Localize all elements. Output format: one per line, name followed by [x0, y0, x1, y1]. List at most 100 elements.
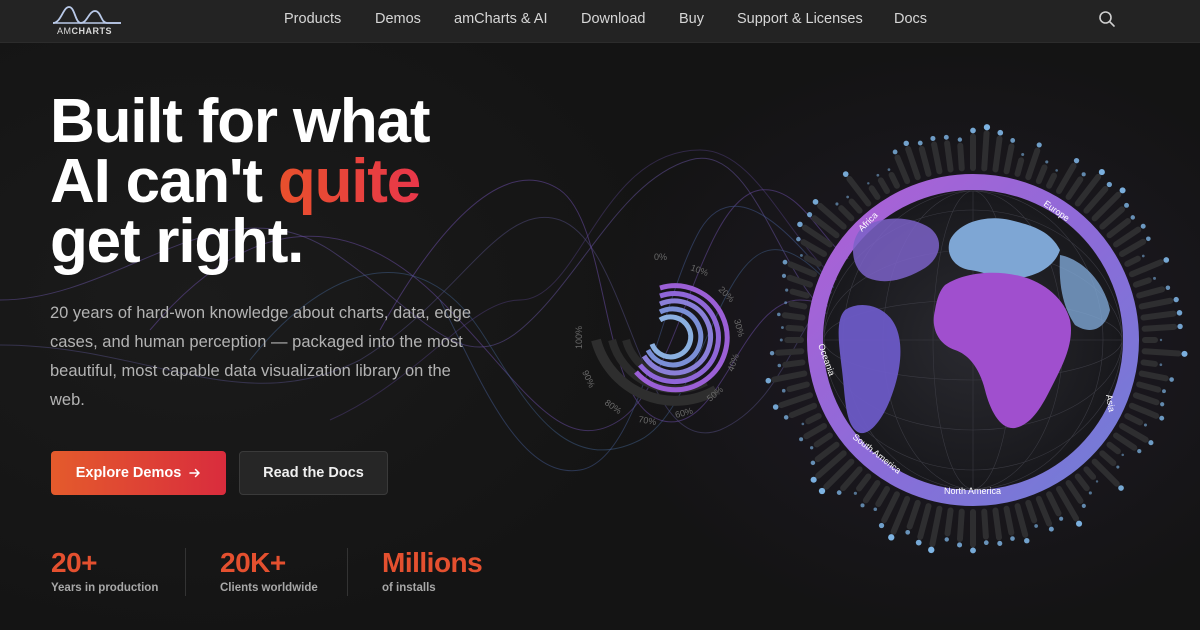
globe-outer-dot [888, 534, 895, 541]
globe-outer-dot [781, 326, 784, 329]
globe-outer-bar [917, 503, 932, 540]
nav-amcharts-ai[interactable]: amCharts & AI [454, 11, 547, 27]
region-label-africa: Africa [856, 210, 879, 233]
globe-outer-dot [796, 236, 801, 242]
globe-outer-bar [823, 458, 855, 490]
globe-outer-bar [1014, 157, 1025, 177]
globe-outer-dot [1119, 187, 1126, 194]
globe-outer-dot [873, 507, 878, 512]
globe-outer-dot [799, 253, 803, 257]
globe-outer-dot [853, 491, 857, 495]
globe-outer-bar [1140, 359, 1158, 367]
headline-line-2: AI can't quite [50, 151, 429, 213]
stat-divider [185, 548, 186, 596]
globe-outer-dot [1118, 485, 1124, 491]
globe-outer-bar [1003, 143, 1015, 175]
nav-demos[interactable]: Demos [375, 11, 421, 27]
region-label-north-america: North America [944, 486, 1001, 496]
globe-outer-dot [970, 127, 976, 134]
nav-products[interactable]: Products [284, 11, 341, 27]
globe-outer-bar [1124, 413, 1144, 426]
globe-outer-bar [1056, 485, 1080, 522]
stat-label: of installs [382, 582, 436, 594]
globe-outer-bar [811, 215, 840, 239]
globe-outer-bar [786, 381, 810, 393]
logo-wordmark[interactable]: AMCHARTS [57, 26, 112, 36]
globe-outer-dot [1159, 363, 1163, 367]
globe-outer-bar [1083, 466, 1097, 480]
stat-years: 20+ Years in production [51, 546, 158, 594]
explore-demos-label: Explore Demos [75, 465, 182, 481]
nav-docs[interactable]: Docs [894, 11, 927, 27]
stat-label: Years in production [51, 582, 159, 594]
globe-outer-dot [1159, 415, 1165, 421]
globe-outer-bar [1132, 277, 1152, 288]
globe-outer-bar [789, 288, 810, 299]
globe-outer-bar [1136, 286, 1166, 299]
globe-outer-bar [888, 171, 900, 189]
globe-outer-dot [1081, 503, 1086, 508]
globe-outer-bar [813, 432, 833, 448]
globe-outer-bar [929, 505, 943, 547]
globe-outer-bar [805, 413, 822, 425]
globe-outer-dot [860, 503, 865, 508]
globe-outer-dot [836, 490, 842, 495]
headline-line-2-prefix: AI can't [50, 147, 278, 216]
globe-outer-bar [1035, 164, 1048, 185]
globe-outer-dot [915, 539, 922, 546]
globe-outer-bar [992, 507, 1002, 541]
globe-outer-dot [1021, 153, 1025, 157]
read-the-docs-label: Read the Docs [263, 465, 364, 481]
globe-outer-dot [797, 221, 803, 228]
gauge-label-50: 50% [705, 384, 725, 403]
headline-accent-word: quite [277, 147, 421, 216]
stat-divider [347, 548, 348, 596]
globe-outer-bar [775, 348, 805, 356]
read-the-docs-button[interactable]: Read the Docs [239, 451, 388, 495]
globe-outer-dot [779, 338, 783, 342]
globe-outer-dot [1130, 215, 1136, 220]
globe-outer-bar [906, 499, 921, 530]
gauge-label-0: 0% [654, 252, 667, 262]
stat-installs: Millions of installs [382, 546, 483, 594]
globe-outer-dot [905, 529, 911, 535]
globe-outer-dot [1140, 223, 1146, 229]
globe-outer-bar [868, 185, 881, 200]
globe-outer-bar [840, 466, 863, 492]
region-label-oceania: Oceania [816, 342, 837, 377]
globe-outer-dot [1073, 157, 1080, 164]
globe-outer-dot [781, 388, 786, 393]
globe-outer-dot [1159, 338, 1163, 342]
explore-demos-button[interactable]: Explore Demos [51, 451, 226, 495]
globe-outer-dot [777, 363, 782, 368]
gauge-label-60: 60% [674, 406, 694, 420]
globe-outer-bar [881, 491, 900, 524]
nav-download[interactable]: Download [581, 11, 646, 27]
globe-outer-bar [785, 324, 805, 332]
globe-outer-dot [1116, 465, 1120, 469]
globe-outer-bar [877, 177, 890, 195]
globe-outer-dot [1141, 254, 1145, 258]
globe-outer-bar [1106, 218, 1132, 239]
globe-outer-dot [812, 199, 819, 205]
globe-outer-bar [875, 485, 890, 508]
globe-outer-dot [983, 124, 991, 131]
nav-buy[interactable]: Buy [679, 11, 704, 27]
globe-outer-dot [799, 437, 804, 442]
globe-outer-dot [997, 129, 1004, 136]
globe-outer-dot [1165, 285, 1171, 291]
nav-support-licenses[interactable]: Support & Licenses [737, 11, 863, 27]
globe-outer-bar [931, 141, 943, 175]
globe-outer-dot [944, 537, 949, 542]
globe-outer-dot [1045, 160, 1049, 164]
continent-asia [1059, 255, 1110, 330]
search-icon[interactable] [1098, 10, 1116, 28]
globe-outer-dot [997, 540, 1003, 546]
continent-europe [948, 218, 1060, 279]
globe-outer-dot [1034, 524, 1038, 528]
globe-outer-bar [918, 145, 932, 177]
globe-outer-dot [1075, 520, 1083, 527]
globe-outer-bar [1025, 499, 1038, 524]
globe-outer-dot [1059, 516, 1064, 521]
globe-outer-bar [1099, 450, 1117, 467]
